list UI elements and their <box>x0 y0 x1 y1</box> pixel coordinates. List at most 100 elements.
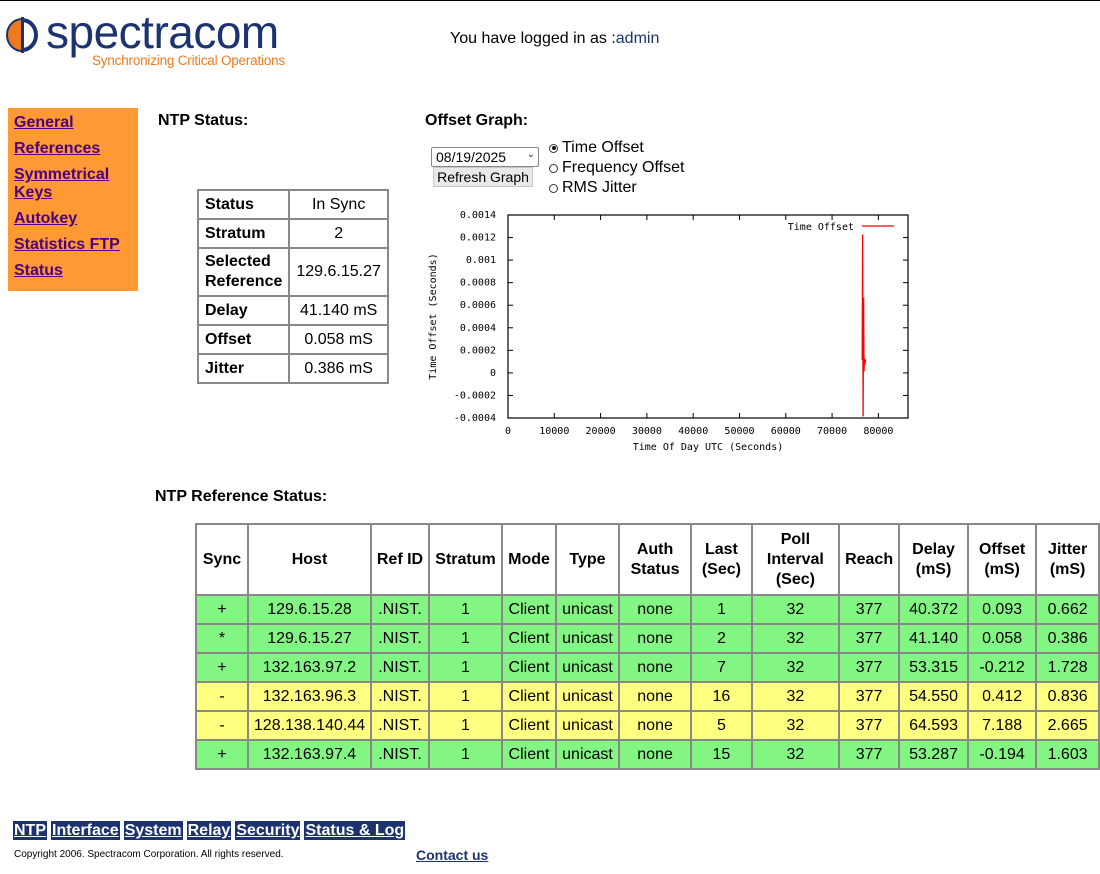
ntp-status-table: Status In Sync Stratum 2 Selected Referenc… <box>196 189 389 384</box>
rms-jitter-radio-option[interactable]: RMS Jitter <box>549 179 637 197</box>
table-cell: 132.163.97.2 <box>247 652 372 683</box>
bottom-nav-ntp-link[interactable]: NTP <box>13 821 47 840</box>
column-header: Reach <box>838 523 901 596</box>
series-line <box>861 235 867 416</box>
time-offset-radio-option[interactable]: Time Offset <box>549 139 644 157</box>
table-cell: 7 <box>690 652 753 683</box>
jitter-label: Jitter <box>196 353 291 384</box>
stratum-label: Stratum <box>196 218 291 249</box>
chevron-down-icon: ⌄ <box>526 149 535 160</box>
delay-label: Delay <box>196 295 291 326</box>
table-cell: unicast <box>555 594 620 625</box>
delay-value: 41.140 mS <box>288 295 389 326</box>
x-axis-label: Time Of Day UTC (Seconds) <box>633 442 784 453</box>
table-cell: -0.212 <box>966 652 1038 683</box>
status-value: In Sync <box>288 189 389 220</box>
offset-label: Offset <box>196 324 291 355</box>
bottom-nav-security-link[interactable]: Security <box>235 821 301 840</box>
table-cell: -0.194 <box>966 739 1038 770</box>
selected-reference-value: 129.6.15.27 <box>288 247 389 297</box>
logo-tagline: Synchronizing Critical Operations <box>92 53 285 68</box>
login-message: You have logged in as :admin <box>450 30 659 48</box>
nav-statistics-ftp-link[interactable]: Statistics FTP <box>14 236 132 254</box>
table-cell: 53.287 <box>898 739 969 770</box>
contact-us-link[interactable]: Contact us <box>416 847 488 863</box>
table-cell: .NIST. <box>370 739 430 770</box>
table-cell: 64.593 <box>898 710 969 741</box>
table-cell: none <box>617 739 693 770</box>
nav-references-link[interactable]: References <box>14 140 132 158</box>
table-row: -128.138.140.44 .NIST. 1 Client unicast none 5… <box>195 710 1100 741</box>
table-row: +129.6.15.28 .NIST. 1 Client unicast none 1 32 3… <box>195 594 1100 625</box>
rms-jitter-radio[interactable] <box>549 183 558 193</box>
table-cell: 132.163.97.4 <box>247 739 372 770</box>
table-cell: unicast <box>555 681 620 712</box>
table-cell: 0.412 <box>966 681 1038 712</box>
frequency-offset-radio-option[interactable]: Frequency Offset <box>549 159 684 177</box>
x-tick-label: 70000 <box>817 426 847 437</box>
table-cell: .NIST. <box>370 623 430 654</box>
table-cell: + <box>195 652 249 683</box>
time-offset-radio[interactable] <box>549 143 558 153</box>
table-cell: 53.315 <box>898 652 969 683</box>
x-tick-label: 20000 <box>586 426 616 437</box>
delay-row: Delay 41.140 mS <box>196 295 389 326</box>
nav-symmetrical-keys-link[interactable]: Symmetrical Keys <box>14 166 114 202</box>
column-header: Jitter (mS) <box>1035 523 1100 596</box>
column-header: Mode <box>501 523 557 596</box>
table-cell: Client <box>501 739 557 770</box>
table-cell: 377 <box>838 652 901 683</box>
table-cell: 1 <box>428 623 503 654</box>
bottom-nav: NTP Interface System Relay Security Stat… <box>13 821 409 840</box>
table-cell: 0.386 <box>1035 623 1100 654</box>
bottom-nav-status-log-link[interactable]: Status & Log <box>304 821 406 840</box>
table-cell: 1 <box>428 594 503 625</box>
legend-label: Time Offset <box>788 222 854 233</box>
table-cell: 0.836 <box>1035 681 1100 712</box>
table-cell: 1 <box>428 710 503 741</box>
frequency-offset-radio[interactable] <box>549 163 558 173</box>
x-tick-label: 40000 <box>678 426 708 437</box>
table-cell: 32 <box>750 739 841 770</box>
bottom-nav-relay-link[interactable]: Relay <box>186 821 232 840</box>
table-cell: 32 <box>750 652 841 683</box>
y-tick-label: 0.0012 <box>460 233 496 244</box>
table-cell: unicast <box>555 739 620 770</box>
table-cell: 129.6.15.27 <box>247 623 372 654</box>
time-offset-radio-label: Time Offset <box>562 139 644 156</box>
table-cell: Client <box>501 594 557 625</box>
table-cell: 377 <box>838 623 901 654</box>
logo-wordmark: spectracom <box>46 6 279 58</box>
ntp-status-heading: NTP Status: <box>158 112 249 129</box>
bottom-nav-system-link[interactable]: System <box>123 821 183 840</box>
table-cell: Client <box>501 652 557 683</box>
nav-status-link[interactable]: Status <box>14 262 132 280</box>
stratum-row: Stratum 2 <box>196 218 389 249</box>
table-cell: unicast <box>555 623 620 654</box>
table-cell: + <box>195 594 249 625</box>
table-cell: 377 <box>838 710 901 741</box>
x-tick-label: 10000 <box>539 426 569 437</box>
table-cell: none <box>617 681 693 712</box>
column-header: Stratum <box>428 523 503 596</box>
refresh-graph-button[interactable]: Refresh Graph <box>433 167 533 187</box>
date-select-value: 08/19/2025 <box>436 149 507 165</box>
nav-general-link[interactable]: General <box>14 114 132 132</box>
nav-autokey-link[interactable]: Autokey <box>14 210 132 228</box>
table-cell: 377 <box>838 681 901 712</box>
x-tick-label: 80000 <box>863 426 893 437</box>
table-cell: 1 <box>428 739 503 770</box>
date-select[interactable]: 08/19/2025 ⌄ <box>431 147 539 167</box>
stratum-value: 2 <box>288 218 389 249</box>
y-tick-label: 0.001 <box>466 255 496 266</box>
table-cell: Client <box>501 710 557 741</box>
bottom-nav-interface-link[interactable]: Interface <box>51 821 120 840</box>
logo-mark-icon <box>6 17 38 53</box>
table-cell: 32 <box>750 710 841 741</box>
selected-reference-label: Selected Reference <box>196 247 291 297</box>
x-tick-label: 50000 <box>724 426 754 437</box>
table-cell: 132.163.96.3 <box>247 681 372 712</box>
table-cell: 128.138.140.44 <box>247 710 372 741</box>
y-tick-label: 0.0004 <box>460 323 496 334</box>
y-tick-label: 0.0008 <box>460 278 496 289</box>
